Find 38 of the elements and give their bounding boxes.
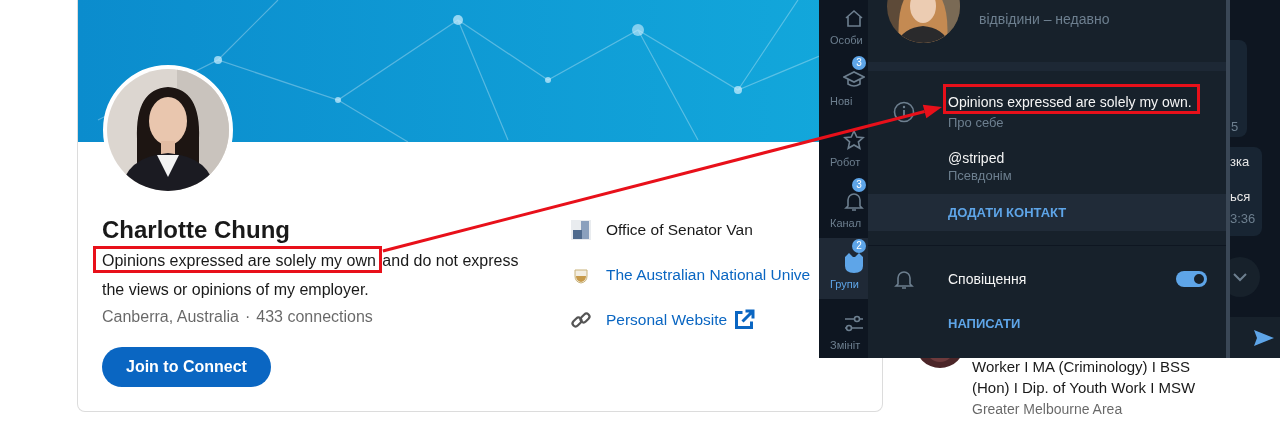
message-text: зка	[1230, 154, 1251, 170]
location-text: Canberra, Australia	[102, 307, 239, 327]
school-link[interactable]: The Australian National Unive	[606, 265, 811, 284]
add-contact-button[interactable]: ДОДАТИ КОНТАКТ	[868, 194, 1226, 231]
folder-tab[interactable]: Групи 2	[819, 238, 868, 299]
headline-text: the views or opinions of my employer.	[102, 281, 369, 298]
profile-name: Charlotte Chung	[102, 215, 291, 245]
message-text: ься	[1230, 189, 1252, 205]
headline-text: Opinions expressed are solely my own	[93, 246, 382, 273]
field-caption: Псевдонім	[948, 167, 1012, 185]
website-link[interactable]: Personal Website	[606, 307, 757, 332]
message-time: 5	[1230, 119, 1240, 135]
building-icon	[569, 217, 593, 242]
last-seen-status: відвідини – недавно	[979, 10, 1110, 28]
folder-tab[interactable]: Змініт	[819, 299, 868, 358]
result-headline: Worker I MA (Criminology) I BSS (Hon) I Dip. of Youth Work I MSW	[972, 357, 1197, 398]
company-name: Office of Senator Van	[606, 220, 753, 239]
notifications-label: Сповіщення	[948, 271, 1027, 287]
username-text: @striped	[948, 149, 1005, 167]
separator-dot: ·	[244, 307, 251, 327]
scroll-down-button[interactable]	[1230, 257, 1260, 297]
notifications-toggle[interactable]	[1176, 271, 1207, 287]
unread-badge: 3	[852, 178, 866, 192]
bio-text: Opinions expressed are solely my own.	[943, 84, 1200, 114]
bell-icon	[893, 268, 915, 290]
result-location: Greater Melbourne Area	[972, 400, 1124, 419]
unread-badge: 2	[852, 239, 866, 253]
headline-text: and do not express	[382, 252, 519, 269]
bell-icon	[843, 190, 865, 214]
message-time: 3:36	[1230, 211, 1257, 227]
send-message-button[interactable]: НАПИСАТИ	[868, 305, 1226, 342]
field-caption: Про себе	[948, 114, 1005, 132]
external-link-icon	[732, 307, 757, 332]
join-button[interactable]: Join to Connect	[102, 347, 271, 387]
folder-tab[interactable]: Канал 3	[819, 177, 868, 238]
info-icon	[893, 101, 915, 123]
cat-icon	[843, 251, 865, 275]
connections-count: 433 connections	[256, 307, 373, 327]
